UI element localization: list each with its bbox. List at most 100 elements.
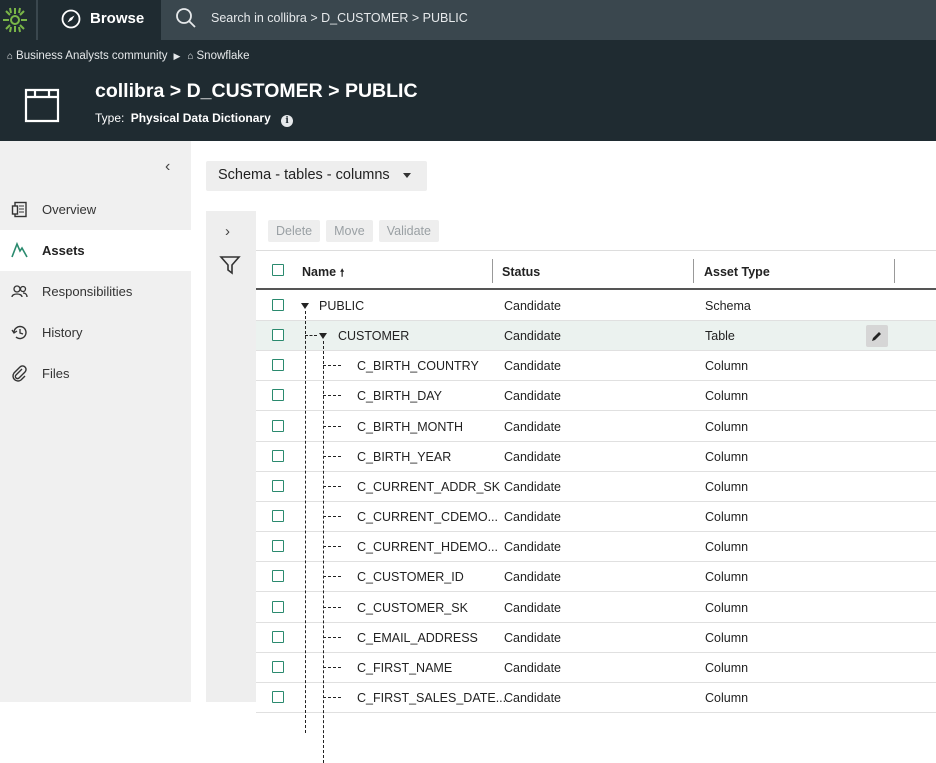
sidebar-item-responsibilities[interactable]: Responsibilities — [0, 271, 191, 312]
paperclip-icon — [12, 365, 27, 382]
asset-name-link[interactable]: C_BIRTH_MONTH — [357, 420, 463, 434]
row-checkbox[interactable] — [272, 389, 284, 402]
table-row[interactable]: C_CURRENT_ADDR_SK Candidate Column — [256, 472, 936, 502]
breadcrumb-separator-icon: ▶ — [173, 50, 181, 61]
search-input[interactable]: Search in collibra > D_CUSTOMER > PUBLIC — [211, 11, 468, 25]
asset-name-link[interactable]: PUBLIC — [319, 299, 364, 313]
sidebar-item-files[interactable]: Files — [0, 353, 191, 394]
row-checkbox[interactable] — [272, 479, 284, 492]
asset-status: Candidate — [504, 510, 561, 525]
filter-icon[interactable] — [219, 254, 241, 276]
row-checkbox[interactable] — [272, 449, 284, 462]
domain-icon: ⌂ — [187, 50, 194, 62]
asset-name-link[interactable]: C_BIRTH_YEAR — [357, 450, 451, 464]
search-icon[interactable] — [175, 7, 197, 29]
row-checkbox[interactable] — [272, 630, 284, 643]
asset-name-link[interactable]: C_CURRENT_HDEMO... — [357, 540, 498, 554]
table-row[interactable]: C_CURRENT_CDEMO... Candidate Column — [256, 502, 936, 533]
asset-name-link[interactable]: C_CURRENT_CDEMO... — [357, 510, 498, 524]
asset-type-cell: Column — [705, 540, 749, 555]
edit-row-button[interactable] — [866, 325, 888, 348]
tree-connector — [305, 335, 317, 337]
asset-status: Candidate — [504, 600, 561, 615]
delete-button[interactable]: Delete — [268, 220, 321, 242]
row-checkbox[interactable] — [272, 690, 284, 703]
table-row[interactable]: PUBLIC Candidate Schema — [256, 291, 936, 321]
browse-button[interactable]: Browse — [38, 0, 161, 40]
row-checkbox[interactable] — [272, 570, 284, 583]
asset-type-cell: Column — [705, 600, 749, 615]
sort-ascending-icon: 🠕 — [340, 268, 345, 279]
tree-toggle-expanded-icon[interactable] — [319, 333, 327, 340]
asset-type: Type: Physical Data Dictionary i — [95, 111, 294, 127]
top-bar: Browse Search in collibra > D_CUSTOMER >… — [0, 0, 936, 40]
view-dropdown[interactable]: Schema - tables - columns — [206, 161, 427, 191]
tree-toggle-expanded-icon[interactable] — [301, 303, 309, 309]
sidebar-item-history[interactable]: History — [0, 312, 191, 353]
table-row[interactable]: C_CURRENT_HDEMO... Candidate Column — [256, 532, 936, 563]
tree-connector — [323, 666, 341, 668]
schema-icon — [24, 88, 60, 123]
sidebar-item-overview[interactable]: Overview — [0, 189, 191, 230]
page-title: collibra > D_CUSTOMER > PUBLIC — [95, 80, 418, 102]
asset-name-link[interactable]: C_BIRTH_COUNTRY — [357, 359, 479, 373]
asset-type-cell: Schema — [705, 299, 751, 313]
asset-name-link[interactable]: C_FIRST_NAME — [357, 661, 452, 675]
column-resizer[interactable] — [894, 259, 895, 283]
tree-connector — [323, 516, 341, 518]
validate-button[interactable]: Validate — [378, 220, 439, 242]
sidebar-item-label: Assets — [42, 243, 85, 258]
view-dropdown-label: Schema - tables - columns — [218, 167, 390, 183]
asset-type-cell: Column — [705, 690, 749, 705]
overview-icon — [11, 201, 27, 218]
row-checkbox[interactable] — [272, 660, 284, 673]
asset-name-link[interactable]: C_CUSTOMER_ID — [357, 570, 464, 584]
table-row[interactable]: C_FIRST_SALES_DATE... Candidate Column — [256, 683, 936, 713]
asset-name-link[interactable]: C_CURRENT_ADDR_SK — [357, 480, 500, 494]
asset-name-link[interactable]: C_FIRST_SALES_DATE... — [357, 691, 506, 705]
row-checkbox[interactable] — [272, 600, 284, 613]
table-row[interactable]: C_BIRTH_COUNTRY Candidate Column — [256, 351, 936, 382]
move-button[interactable]: Move — [326, 220, 373, 242]
asset-name-link[interactable]: C_CUSTOMER_SK — [357, 601, 468, 615]
row-checkbox[interactable] — [272, 359, 284, 372]
breadcrumb-domain[interactable]: Snowflake — [197, 50, 250, 62]
table-row[interactable]: CUSTOMER Candidate Table — [256, 321, 936, 352]
row-checkbox[interactable] — [272, 510, 284, 523]
column-header-asset-type[interactable]: Asset Type — [704, 265, 770, 279]
table-row[interactable]: C_BIRTH_DAY Candidate Column — [256, 381, 936, 412]
column-resizer[interactable] — [693, 259, 694, 283]
responsibilities-icon — [11, 285, 28, 298]
pencil-icon — [872, 332, 881, 342]
expand-filter-icon[interactable]: › — [225, 223, 230, 240]
column-header-status[interactable]: Status — [502, 265, 540, 279]
table-row[interactable]: C_CUSTOMER_SK Candidate Column — [256, 593, 936, 623]
table-header: Name 🠕 Status Asset Type — [256, 250, 936, 290]
asset-status: Candidate — [504, 690, 561, 705]
row-checkbox[interactable] — [272, 329, 284, 342]
asset-name-link[interactable]: CUSTOMER — [338, 329, 409, 343]
column-header-name[interactable]: Name 🠕 — [302, 265, 344, 283]
table-row[interactable]: C_BIRTH_MONTH Candidate Column — [256, 412, 936, 442]
breadcrumb-community[interactable]: Business Analysts community — [16, 50, 167, 62]
row-checkbox[interactable] — [272, 419, 284, 432]
row-checkbox[interactable] — [272, 299, 284, 311]
column-header-label: Name — [302, 265, 337, 279]
asset-name-link[interactable]: C_EMAIL_ADDRESS — [357, 631, 478, 645]
asset-name-link[interactable]: C_BIRTH_DAY — [357, 389, 442, 403]
table-row[interactable]: C_EMAIL_ADDRESS Candidate Column — [256, 623, 936, 653]
asset-type-cell: Column — [705, 660, 749, 675]
sidebar-item-assets[interactable]: Assets — [0, 230, 191, 271]
asset-header: ⌂ Business Analysts community ▶ ⌂ Snowfl… — [0, 40, 936, 141]
column-resizer[interactable] — [492, 259, 493, 283]
table-toolbar: Delete Move Validate — [268, 220, 439, 242]
table-row[interactable]: C_FIRST_NAME Candidate Column — [256, 653, 936, 683]
info-icon[interactable]: i — [281, 115, 294, 127]
asset-type-value[interactable]: Physical Data Dictionary — [131, 111, 271, 125]
table-row[interactable]: C_CUSTOMER_ID Candidate Column — [256, 562, 936, 593]
collapse-sidebar-icon[interactable]: ‹ — [165, 158, 170, 176]
collibra-logo[interactable] — [0, 0, 36, 40]
row-checkbox[interactable] — [272, 540, 284, 553]
table-row[interactable]: C_BIRTH_YEAR Candidate Column — [256, 442, 936, 472]
select-all-checkbox[interactable] — [272, 264, 284, 276]
